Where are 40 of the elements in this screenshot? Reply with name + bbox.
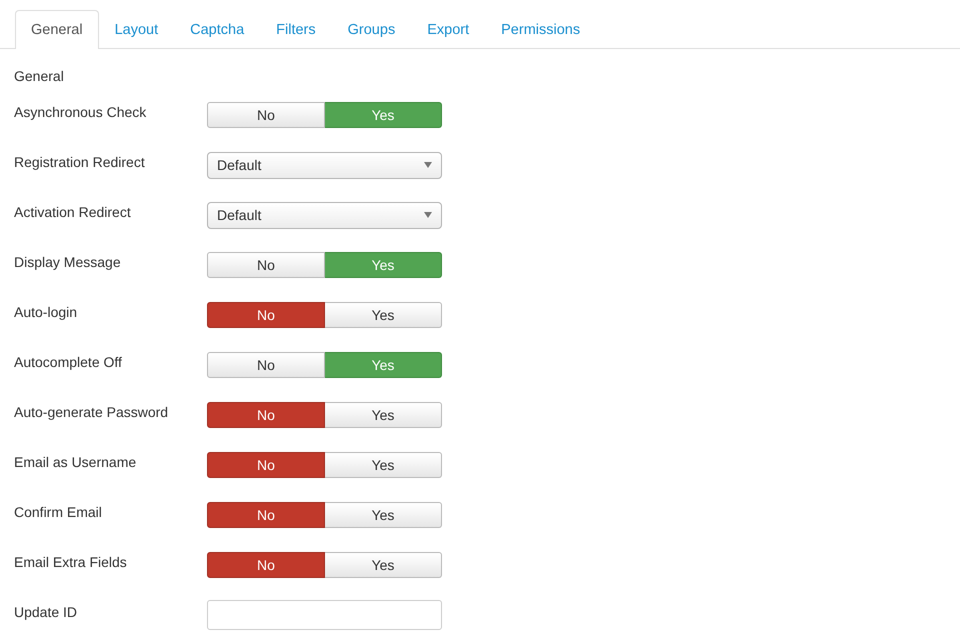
toggle-option[interactable]: Yes xyxy=(325,402,442,428)
field-label: Display Message xyxy=(13,254,122,270)
field-label: Email as Username xyxy=(13,454,138,470)
toggle-option[interactable]: No xyxy=(207,302,325,328)
toggle-option[interactable]: Yes xyxy=(325,252,442,278)
dropdown[interactable]: Default xyxy=(207,152,442,178)
field-label: Auto-login xyxy=(13,304,78,320)
field-label: Asynchronous Check xyxy=(13,104,148,120)
toggle-option[interactable]: Yes xyxy=(325,102,442,128)
field-label: Activation Redirect xyxy=(13,204,132,220)
field-label: Confirm Email xyxy=(13,504,103,520)
toggle-option[interactable]: Yes xyxy=(325,302,442,328)
toggle-option[interactable]: Yes xyxy=(325,552,442,578)
toggle-option[interactable]: Yes xyxy=(325,502,442,528)
tab[interactable]: General xyxy=(15,10,99,49)
section-title: General xyxy=(13,67,65,86)
tab[interactable]: Groups xyxy=(332,10,412,49)
toggle-option[interactable]: Yes xyxy=(325,452,442,478)
field-label: Registration Redirect xyxy=(13,154,146,170)
toggle-option[interactable]: Yes xyxy=(325,352,442,378)
tab[interactable]: Export xyxy=(411,10,486,49)
toggle-option[interactable]: No xyxy=(207,502,325,528)
field-label: Autocomplete Off xyxy=(13,354,123,370)
tab[interactable]: Layout xyxy=(98,10,174,49)
toggle-option[interactable]: No xyxy=(207,452,325,478)
toggle-option[interactable]: No xyxy=(207,402,325,428)
tab[interactable]: Captcha xyxy=(174,10,260,49)
field-label: Update ID xyxy=(13,604,78,620)
dropdown[interactable]: Default xyxy=(207,202,442,228)
toggle-option[interactable]: No xyxy=(207,102,325,128)
tab[interactable]: Permissions xyxy=(485,10,596,49)
field-label: Email Extra Fields xyxy=(13,554,128,570)
caret-icon xyxy=(424,212,432,218)
field-label: Auto-generate Password xyxy=(13,404,170,420)
toggle-option[interactable]: No xyxy=(207,552,325,578)
input-field[interactable] xyxy=(207,600,442,630)
toggle-option[interactable]: No xyxy=(207,252,325,278)
caret-icon xyxy=(424,162,432,168)
tab[interactable]: Filters xyxy=(260,10,332,49)
toggle-option[interactable]: No xyxy=(207,352,325,378)
